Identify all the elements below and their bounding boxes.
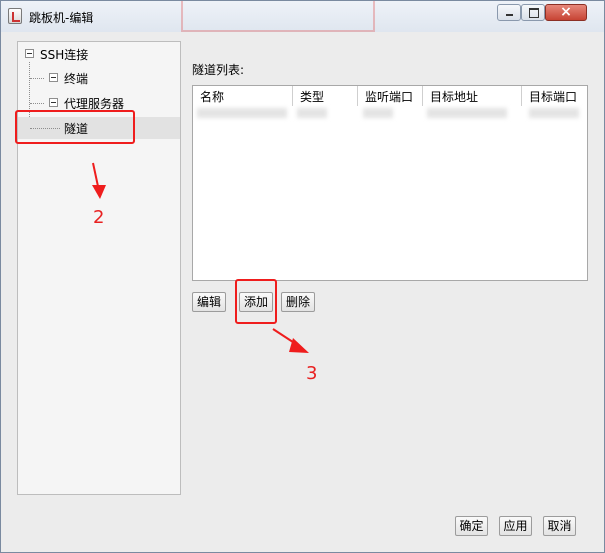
apply-button[interactable]: 应用 [499, 516, 532, 536]
close-icon: × [560, 4, 572, 20]
background-window-blur [181, 1, 375, 32]
tunnel-list-label: 隧道列表: [192, 63, 245, 77]
delete-button[interactable]: 删除 [281, 292, 315, 312]
collapse-icon[interactable] [25, 49, 34, 58]
window-title: 跳板机-编辑 [29, 11, 94, 25]
column-target-address[interactable]: 目标地址 [423, 86, 522, 106]
minimize-button[interactable] [497, 4, 521, 21]
close-button[interactable]: × [545, 4, 587, 21]
step2-label: 2 [93, 207, 105, 228]
column-type[interactable]: 类型 [293, 86, 358, 106]
title-bar[interactable]: 跳板机-编辑 × [1, 1, 604, 32]
tunnel-table[interactable]: 名称 类型 监听端口 目标地址 目标端口 [192, 85, 588, 281]
java-app-icon [8, 8, 22, 24]
step2-arrow-icon [92, 162, 106, 199]
column-target-port[interactable]: 目标端口 [522, 86, 587, 106]
ok-button[interactable]: 确定 [455, 516, 488, 536]
maximize-button[interactable] [521, 4, 545, 21]
tree-item-terminal[interactable]: 终端 [18, 67, 180, 89]
tunnel-highlight-box [15, 110, 135, 144]
edit-button[interactable]: 编辑 [192, 292, 226, 312]
collapse-icon[interactable] [49, 98, 58, 107]
tree-connector [30, 78, 44, 80]
cancel-button[interactable]: 取消 [543, 516, 576, 536]
edit-dialog-window: 跳板机-编辑 × SSH连接 终端 代理服务器 隧道 2 隧道列表: 名称 类型… [0, 0, 605, 553]
step3-label: 3 [306, 363, 318, 384]
table-header: 名称 类型 监听端口 目标地址 目标端口 [193, 86, 587, 106]
tree-connector [30, 103, 44, 105]
column-listen-port[interactable]: 监听端口 [358, 86, 423, 106]
collapse-icon[interactable] [49, 73, 58, 82]
column-name[interactable]: 名称 [193, 86, 293, 106]
tree-item-label: 终端 [64, 72, 89, 86]
step3-arrow-icon [272, 328, 309, 353]
tree-item-ssh[interactable]: SSH连接 [18, 43, 180, 65]
tree-item-label: SSH连接 [40, 48, 89, 62]
add-button-highlight-box [235, 279, 277, 324]
